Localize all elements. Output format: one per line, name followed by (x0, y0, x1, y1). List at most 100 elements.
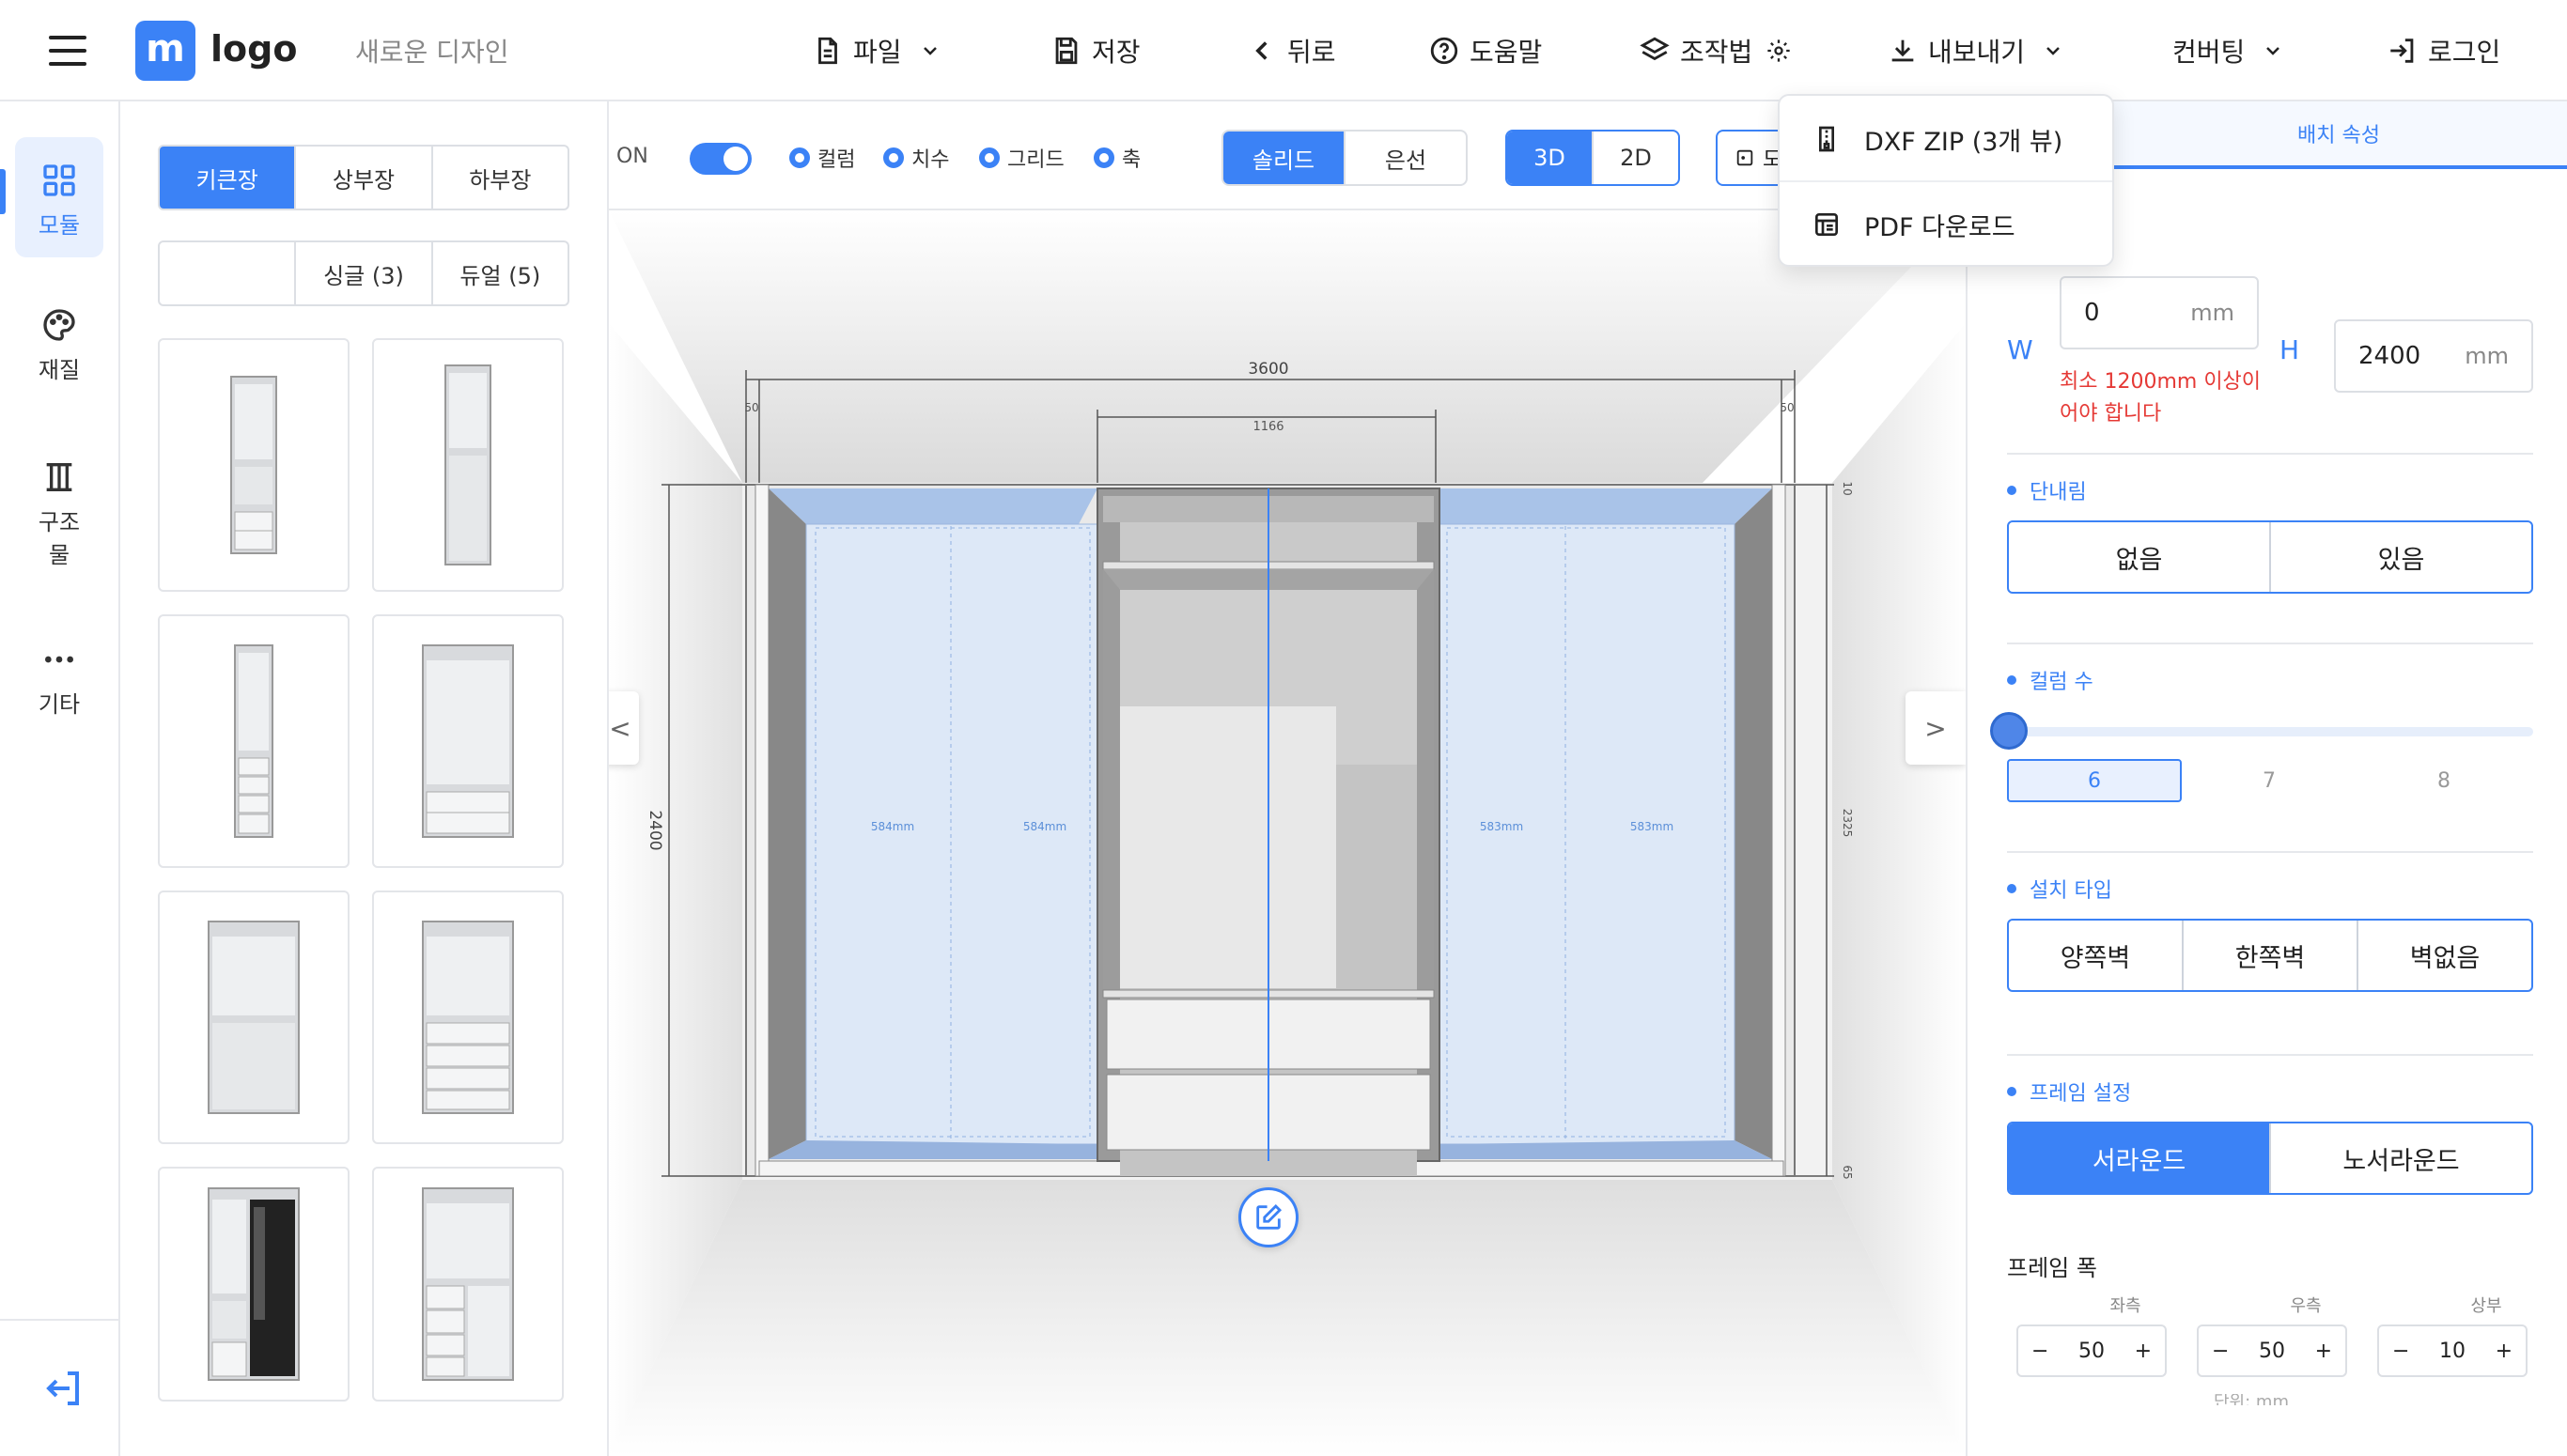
slider-thumb[interactable] (1990, 712, 2028, 750)
step-option-yes[interactable]: 있음 (2271, 522, 2531, 592)
login-button[interactable]: 로그인 (2387, 28, 2500, 73)
logout-button[interactable] (41, 1366, 86, 1411)
radio-label: 치수 (911, 148, 950, 172)
frame-right-label: 우측 (2290, 1296, 2322, 1316)
radio-grid[interactable]: 그리드 (979, 143, 1065, 173)
plus-icon[interactable]: + (2135, 1340, 2152, 1363)
left-slot[interactable] (805, 523, 1098, 1145)
module-card[interactable] (372, 1167, 564, 1402)
divider (2007, 453, 2533, 455)
logo-mark: m (135, 21, 195, 81)
file-menu-label: 파일 (853, 37, 902, 68)
module-card[interactable] (372, 891, 564, 1144)
grid-icon (43, 164, 75, 196)
module-card[interactable] (372, 338, 564, 592)
render-solid[interactable]: 솔리드 (1223, 132, 1346, 184)
view-2d[interactable]: 2D (1594, 132, 1678, 184)
export-pdf-download[interactable]: PDF 다운로드 (1780, 182, 2112, 267)
sidebar-divider (0, 1319, 120, 1321)
prev-view-button[interactable]: < (609, 691, 639, 765)
chevron-left-icon (1255, 41, 1268, 60)
dim-total-width: 3600 (1248, 360, 1288, 379)
filter-single[interactable]: 싱글 (3) (296, 242, 433, 304)
height-input[interactable]: 2400 mm (2334, 319, 2533, 393)
divider (2007, 1054, 2533, 1056)
radio-dot-icon (883, 147, 904, 168)
plus-icon[interactable]: + (2496, 1340, 2513, 1363)
converting-label: 컨버팅 (2172, 37, 2246, 68)
sidebar-item-module[interactable]: 모듈 (15, 137, 103, 257)
howto-button[interactable]: 조작법 (1639, 28, 1801, 73)
width-input[interactable]: 0 mm (2060, 276, 2259, 349)
module-card[interactable] (158, 614, 350, 868)
view-3d[interactable]: 3D (1507, 132, 1594, 184)
column-option-8[interactable]: 8 (2357, 759, 2531, 802)
back-button[interactable]: 뒤로 (1246, 28, 1336, 73)
frame-left-value[interactable]: 50 (2078, 1340, 2105, 1363)
right-slot[interactable] (1439, 523, 1735, 1145)
sidebar-item-structure[interactable]: 구조물 (15, 458, 103, 569)
module-card[interactable] (158, 891, 350, 1144)
render-hidden-line[interactable]: 은선 (1346, 132, 1466, 184)
width-error-message: 최소 1200mm 이상이어야 합니다 (2060, 370, 2262, 426)
module-card[interactable] (158, 1167, 350, 1402)
filter-dual[interactable]: 듀얼 (5) (433, 242, 568, 304)
minus-icon[interactable]: − (2212, 1340, 2229, 1363)
help-label: 도움말 (1470, 37, 1543, 68)
howto-label: 조작법 (1680, 37, 1753, 68)
hamburger-menu-icon[interactable] (49, 36, 86, 66)
save-icon (1055, 37, 1078, 65)
toggle-label: ON (616, 145, 648, 168)
wardrobe-viewport[interactable]: 3600 50 50 1166 2400 10 2325 65 584mm 58… (609, 210, 1966, 1456)
display-toggle[interactable] (690, 143, 752, 175)
step-option-none[interactable]: 없음 (2009, 522, 2271, 592)
export-menu-button[interactable]: 내보내기 (1887, 28, 2064, 73)
filter-all[interactable] (160, 242, 297, 304)
save-button[interactable]: 저장 (1050, 28, 1141, 73)
left-slot-side (769, 488, 806, 1159)
frame-top-stepper: − 10 + (2377, 1324, 2528, 1377)
minus-icon[interactable]: − (2031, 1340, 2048, 1363)
frame-surround[interactable]: 서라운드 (2009, 1123, 2271, 1193)
column-option-6[interactable]: 6 (2007, 759, 2182, 802)
frame-left-label: 좌측 (2109, 1296, 2141, 1316)
file-menu-button[interactable]: 파일 (812, 28, 941, 73)
radio-dimension[interactable]: 치수 (883, 143, 949, 173)
edit-button[interactable] (1238, 1187, 1299, 1247)
next-view-button[interactable]: > (1906, 691, 1966, 765)
plus-icon[interactable]: + (2315, 1340, 2332, 1363)
sidebar-item-etc[interactable]: 기타 (15, 641, 103, 719)
install-no-wall[interactable]: 벽없음 (2358, 921, 2531, 990)
frame-top-value[interactable]: 10 (2439, 1340, 2466, 1363)
frame-right-value[interactable]: 50 (2259, 1340, 2285, 1363)
tab-upper[interactable]: 상부장 (296, 147, 433, 209)
minus-icon[interactable]: − (2392, 1340, 2409, 1363)
height-label: H (2279, 334, 2300, 365)
back-label: 뒤로 (1287, 37, 1336, 68)
tab-placement-properties[interactable]: 배치 속성 (2108, 101, 2567, 169)
module-card[interactable] (372, 614, 564, 868)
column-option-7[interactable]: 7 (2182, 759, 2357, 802)
left-frame (755, 484, 770, 1177)
column-count-slider[interactable] (2007, 727, 2533, 736)
right-frame (1771, 484, 1786, 1177)
export-dxf-zip[interactable]: DXF ZIP (3개 뷰) (1780, 98, 2112, 182)
archive-icon (1819, 126, 1834, 152)
frame-no-surround[interactable]: 노서라운드 (2271, 1123, 2531, 1193)
design-name[interactable]: 새로운 디자인 (355, 32, 508, 70)
converting-menu-button[interactable]: 컨버팅 (2172, 28, 2284, 73)
help-button[interactable]: 도움말 (1428, 28, 1542, 73)
radio-axis[interactable]: 축 (1094, 143, 1141, 173)
download-icon (1891, 39, 1914, 62)
design-canvas[interactable]: 3600 50 50 1166 2400 10 2325 65 584mm 58… (609, 210, 1966, 1456)
module-card[interactable] (158, 338, 350, 592)
tab-lower[interactable]: 하부장 (433, 147, 568, 209)
sidebar-item-material[interactable]: 재질 (15, 306, 103, 384)
cabinet-thumbnail (230, 376, 277, 554)
tab-tall[interactable]: 키큰장 (160, 147, 297, 209)
install-both-walls[interactable]: 양쪽벽 (2009, 921, 2184, 990)
module-panel: 키큰장 상부장 하부장 싱글 (3) 듀얼 (5) (120, 101, 609, 1456)
install-one-wall[interactable]: 한쪽벽 (2184, 921, 2358, 990)
radio-column[interactable]: 컬럼 (789, 143, 855, 173)
radio-dot-icon (789, 147, 810, 168)
